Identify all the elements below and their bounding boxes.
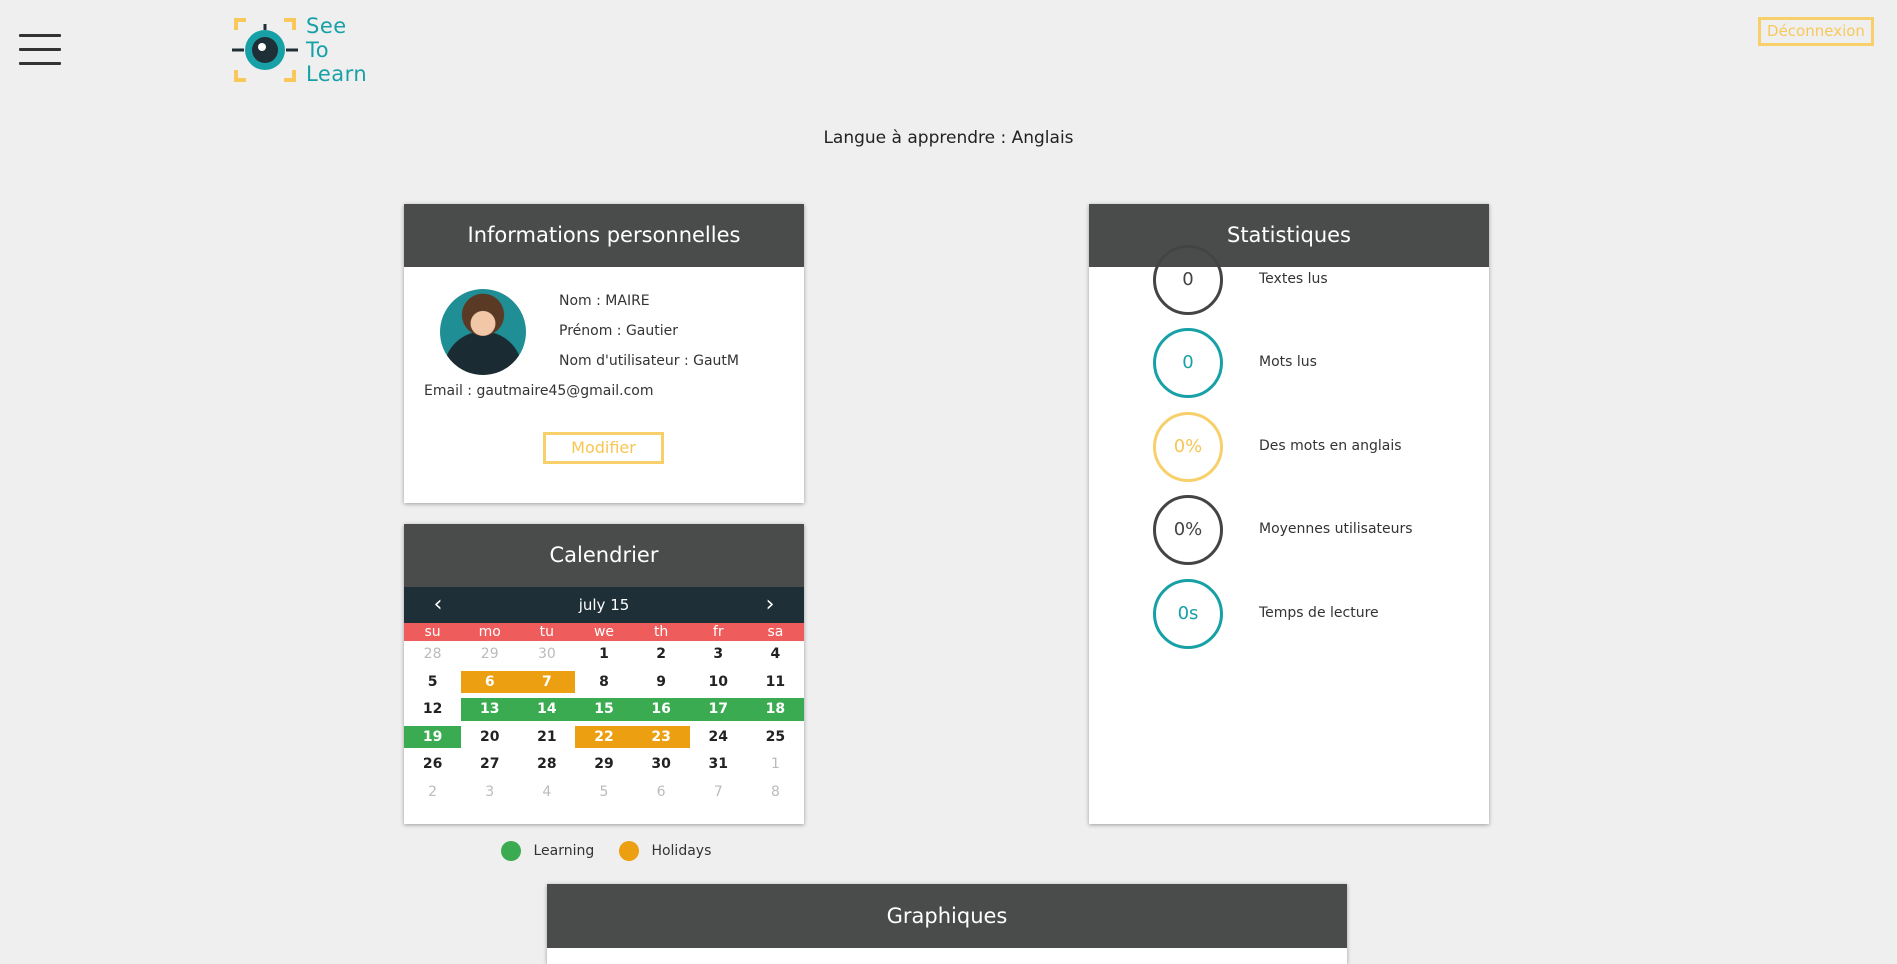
calendar-day[interactable]: 15 bbox=[575, 698, 633, 721]
calendar-day[interactable]: 11 bbox=[747, 671, 804, 694]
calendar-day[interactable]: 4 bbox=[747, 643, 804, 666]
statistics-title: Statistiques bbox=[1089, 204, 1489, 267]
calendar-day[interactable]: 8 bbox=[747, 781, 804, 804]
calendar-day[interactable]: 4 bbox=[518, 781, 575, 804]
weekday-mo: mo bbox=[478, 624, 501, 640]
stat-value-circle: 0% bbox=[1153, 495, 1223, 565]
weekday-fr: fr bbox=[712, 624, 724, 640]
calendar-day[interactable]: 9 bbox=[633, 671, 690, 694]
calendar-month: july 15 bbox=[578, 596, 630, 614]
calendar-day[interactable]: 20 bbox=[461, 726, 518, 749]
chevron-left-icon[interactable]: ‹ bbox=[418, 587, 458, 623]
calendar-week: 19 20 21 22 23 24 25 bbox=[404, 725, 804, 749]
calendar-week: 5 6 7 8 9 10 11 bbox=[404, 670, 804, 694]
calendar-day[interactable]: 2 bbox=[404, 781, 461, 804]
calendar-day[interactable]: 3 bbox=[690, 643, 747, 666]
personal-info-card: Informations personnelles Nom : MAIRE Pr… bbox=[404, 204, 804, 503]
personal-info-title: Informations personnelles bbox=[404, 204, 804, 267]
calendar-day[interactable]: 2 bbox=[633, 643, 690, 666]
calendar-day[interactable]: 6 bbox=[633, 781, 690, 804]
calendar-day[interactable]: 18 bbox=[746, 698, 804, 721]
weekday-we: we bbox=[593, 624, 615, 640]
logo-word-1: See bbox=[306, 14, 347, 38]
calendar-card: Calendrier july 15 ‹ › su mo tu we th fr sa 28… bbox=[404, 524, 804, 824]
stat-value-circle: 0% bbox=[1153, 412, 1223, 482]
calendar-day[interactable]: 30 bbox=[518, 643, 575, 666]
calendar-day[interactable]: 7 bbox=[690, 781, 747, 804]
calendar-day[interactable]: 31 bbox=[690, 753, 747, 776]
calendar-day[interactable]: 5 bbox=[575, 781, 632, 804]
graphs-card: Graphiques bbox=[547, 884, 1347, 964]
calendar-week: 12 13 14 15 16 17 18 bbox=[404, 698, 804, 721]
calendar-day[interactable]: 21 bbox=[518, 726, 575, 749]
calendar-day[interactable]: 8 bbox=[575, 671, 632, 694]
calendar-day[interactable]: 13 bbox=[461, 698, 519, 721]
logo-word-3: Learn bbox=[306, 62, 368, 86]
calendar-day[interactable]: 3 bbox=[461, 781, 518, 804]
stat-value-circle: 0s bbox=[1153, 579, 1223, 649]
legend-dot-learning bbox=[501, 841, 521, 861]
calendar-day[interactable]: 24 bbox=[690, 726, 747, 749]
stat-label: Des mots en anglais bbox=[1259, 438, 1402, 454]
calendar-week: 28 29 30 1 2 3 4 bbox=[404, 643, 804, 666]
username: Nom d'utilisateur : GautM bbox=[559, 353, 739, 369]
calendar-week: 2345678 bbox=[404, 781, 804, 804]
stat-label: Textes lus bbox=[1259, 271, 1328, 287]
calendar-day[interactable]: 27 bbox=[461, 753, 518, 776]
calendar-day[interactable]: 28 bbox=[518, 753, 575, 776]
calendar-day[interactable]: 22 bbox=[575, 725, 633, 748]
legend-holidays: Holidays bbox=[619, 841, 711, 861]
logout-button[interactable]: Déconnexion bbox=[1758, 17, 1874, 46]
calendar-day[interactable]: 5 bbox=[404, 671, 461, 694]
calendar-day[interactable]: 1 bbox=[575, 643, 632, 666]
calendar-title: Calendrier bbox=[404, 524, 804, 587]
last-name: Nom : MAIRE bbox=[559, 293, 650, 309]
legend-learning: Learning bbox=[501, 841, 594, 861]
calendar-grid: 28 29 30 1 2 3 4 5 6 7 8 9 10 11 12 13 14 15 16 17 18 19 20 21 2… bbox=[404, 643, 804, 808]
calendar-day[interactable]: 29 bbox=[575, 753, 632, 776]
weekday-th: th bbox=[653, 624, 669, 640]
stat-value-circle: 0 bbox=[1153, 245, 1223, 315]
stat-label: Moyennes utilisateurs bbox=[1259, 521, 1413, 537]
chevron-right-icon[interactable]: › bbox=[750, 587, 790, 623]
calendar-day[interactable]: 16 bbox=[632, 698, 690, 721]
calendar-day[interactable]: 7 bbox=[518, 670, 576, 693]
calendar-day[interactable]: 30 bbox=[633, 753, 690, 776]
stat-label: Temps de lecture bbox=[1259, 605, 1379, 621]
calendar-day[interactable]: 25 bbox=[747, 726, 804, 749]
calendar-day[interactable]: 1 bbox=[747, 753, 804, 776]
legend-label-holidays: Holidays bbox=[651, 843, 712, 859]
weekday-tu: tu bbox=[539, 624, 555, 640]
logo-word-2: To bbox=[306, 38, 330, 62]
calendar-nav: july 15 ‹ › bbox=[404, 587, 804, 623]
hamburger-icon[interactable] bbox=[19, 34, 61, 66]
eye-logo-icon bbox=[232, 18, 298, 82]
calendar-day[interactable]: 26 bbox=[404, 753, 461, 776]
statistics-card: Statistiques 0 Textes lus 0 Mots lus 0% Des m… bbox=[1089, 204, 1489, 824]
stat-value-circle: 0 bbox=[1153, 328, 1223, 398]
weekday-sa: sa bbox=[767, 624, 784, 640]
legend-label-learning: Learning bbox=[533, 843, 595, 859]
first-name: Prénom : Gautier bbox=[559, 323, 678, 339]
calendar-day[interactable]: 14 bbox=[518, 698, 576, 721]
logo-text: See To Learn bbox=[306, 14, 367, 86]
calendar-day[interactable]: 28 bbox=[404, 643, 461, 666]
calendar-weekdays: su mo tu we th fr sa bbox=[404, 623, 804, 641]
language-line: Langue à apprendre : Anglais bbox=[823, 128, 1074, 148]
calendar-day[interactable]: 17 bbox=[689, 698, 747, 721]
modify-button[interactable]: Modifier bbox=[543, 432, 664, 464]
calendar-day[interactable]: 12 bbox=[404, 698, 461, 721]
avatar bbox=[440, 289, 526, 375]
weekday-su: su bbox=[424, 624, 441, 640]
calendar-day[interactable]: 10 bbox=[690, 671, 747, 694]
calendar-day[interactable]: 29 bbox=[461, 643, 518, 666]
graphs-title: Graphiques bbox=[547, 884, 1347, 948]
calendar-day[interactable]: 6 bbox=[461, 670, 519, 693]
calendar-day[interactable]: 19 bbox=[404, 725, 462, 748]
stat-label: Mots lus bbox=[1259, 354, 1317, 370]
calendar-week: 26 27 28 29 30 31 1 bbox=[404, 753, 804, 776]
calendar-day[interactable]: 23 bbox=[632, 725, 690, 748]
email: Email : gautmaire45@gmail.com bbox=[424, 383, 654, 399]
legend-dot-holidays bbox=[619, 841, 639, 861]
